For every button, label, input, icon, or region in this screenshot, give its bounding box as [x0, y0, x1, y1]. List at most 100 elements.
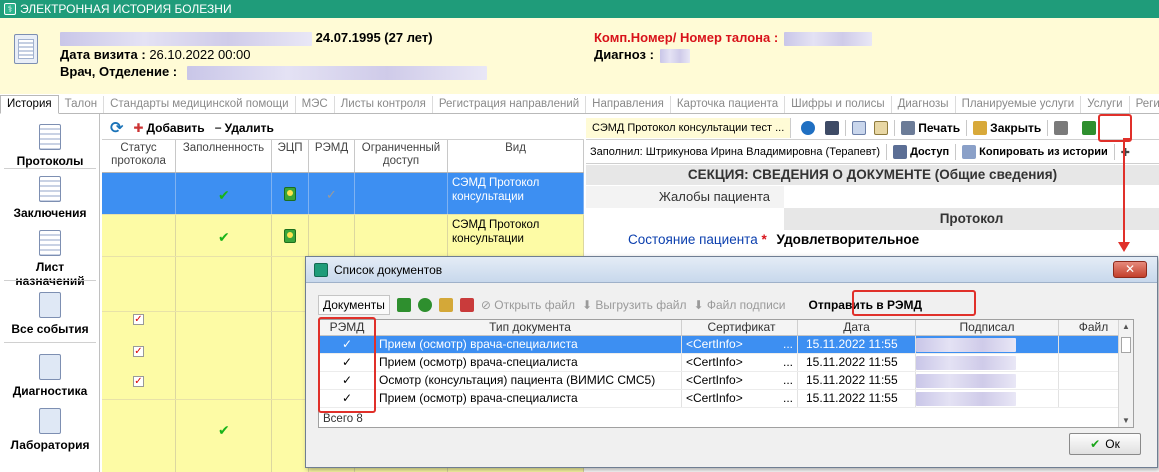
signature-file-button[interactable]: ⬇ Файл подписи	[693, 298, 785, 312]
delete-doc-icon[interactable]	[459, 298, 474, 312]
edit-doc-icon[interactable]	[438, 298, 453, 312]
tab-services[interactable]: Услуги	[1081, 96, 1130, 113]
certificate-value: <CertInfo>	[686, 337, 743, 351]
tab-codes-policies[interactable]: Шифры и полисы	[785, 96, 892, 113]
col-ecp[interactable]: ЭЦП	[272, 140, 309, 172]
nav-laboratory[interactable]: Лаборатория	[0, 408, 100, 452]
close-button[interactable]: Закрыть	[973, 120, 1041, 135]
cell-remd: ✓	[309, 173, 355, 214]
cell-ecp	[272, 257, 309, 311]
scroll-down-icon[interactable]: ▼	[1122, 416, 1130, 425]
save-icon[interactable]	[825, 120, 840, 135]
cert-more-button[interactable]: ...	[783, 336, 793, 353]
patient-state-field: Состояние пациента * Удовлетворительное	[586, 230, 1159, 250]
signature-file-label: Файл подписи	[706, 298, 786, 312]
tab-registers[interactable]: Регистры	[1130, 96, 1159, 113]
table-row[interactable]: ✓ Прием (осмотр) врача-специалиста <Cert…	[319, 390, 1133, 408]
protocols-icon	[39, 124, 61, 150]
col-certificate[interactable]: Сертификат	[682, 320, 798, 335]
print-button[interactable]: Печать	[901, 120, 960, 135]
document-list-icon[interactable]	[1082, 120, 1097, 135]
comp-number-line: Комп.Номер/ Номер талона :	[594, 30, 872, 46]
col-type[interactable]: Вид	[448, 140, 584, 172]
app-icon: ⚕	[4, 3, 16, 15]
protocol-header: Протокол	[784, 208, 1159, 230]
paste-icon[interactable]	[874, 120, 889, 135]
annotation-arrow-line	[1123, 138, 1125, 244]
nav-diagnostics[interactable]: Диагностика	[0, 354, 100, 398]
col-restricted[interactable]: Ограниченный доступ	[355, 140, 448, 172]
cert-more-button[interactable]: ...	[783, 390, 793, 407]
cell-status	[102, 257, 176, 311]
tab-history[interactable]: История	[0, 95, 59, 114]
tab-talon[interactable]: Талон	[59, 96, 105, 113]
tab-standards[interactable]: Стандарты медицинской помощи	[104, 96, 296, 113]
col-remd[interactable]: РЭМД	[309, 140, 355, 172]
tab-patient-card[interactable]: Карточка пациента	[671, 96, 786, 113]
col-status[interactable]: Статус протокола	[102, 140, 176, 172]
redacted-doctor	[186, 65, 487, 80]
scroll-up-icon[interactable]: ▲	[1122, 322, 1130, 331]
diagnostics-icon	[39, 354, 61, 380]
copy-icon[interactable]	[852, 120, 867, 135]
main-tabs: История Талон Стандарты медицинской помо…	[0, 94, 1159, 114]
table-row[interactable]: ✓ Осмотр (консультация) пациента (ВИМИС …	[319, 372, 1133, 390]
table-row[interactable]: ✔ ✓ СЭМД Протокол консультации	[102, 173, 584, 215]
info-check-icon[interactable]	[417, 298, 432, 312]
tab-planned-services[interactable]: Планируемые услуги	[956, 96, 1082, 113]
table-row[interactable]: ✓ Прием (осмотр) врача-специалиста <Cert…	[319, 354, 1133, 372]
document-tab[interactable]: СЭМД Протокол консультации тест ...	[586, 117, 792, 138]
col-date[interactable]: Дата	[798, 320, 916, 335]
tab-mes[interactable]: МЭС	[296, 96, 335, 113]
info-icon[interactable]	[801, 120, 816, 135]
dialog-close-button[interactable]: ✕	[1113, 261, 1147, 278]
table-row[interactable]: ✓ Прием (осмотр) врача-специалиста <Cert…	[319, 336, 1133, 354]
patient-state-value[interactable]: Удовлетворительное	[777, 232, 920, 247]
col-filled[interactable]: Заполненность	[176, 140, 272, 172]
copy-history-label: Копировать из истории	[979, 146, 1108, 158]
doc-type: Прием (осмотр) врача-специалиста	[376, 354, 682, 371]
cert-more-button[interactable]: ...	[783, 354, 793, 371]
scroll-thumb[interactable]	[1121, 337, 1131, 353]
cell-filled: ✔	[176, 173, 272, 214]
documents-tab[interactable]: Документы	[318, 295, 390, 315]
doctor-label: Врач, Отделение :	[60, 64, 178, 79]
nav-conclusions[interactable]: Заключения	[0, 176, 100, 220]
certificate: <CertInfo>...	[682, 336, 798, 353]
add-button[interactable]: ✚ Добавить	[133, 121, 204, 135]
signed-by	[916, 372, 1059, 389]
signature-icon	[284, 187, 296, 201]
cell-status: ✓ ✓ ✓	[102, 312, 176, 399]
nav-all-events[interactable]: Все события	[0, 292, 100, 336]
doc-type: Осмотр (консультация) пациента (ВИМИС СМ…	[376, 372, 682, 389]
ok-button[interactable]: ✔ Ок	[1069, 433, 1141, 455]
dialog-app-icon	[314, 262, 328, 277]
delete-button[interactable]: − Удалить	[215, 121, 274, 135]
tab-referral-registration[interactable]: Регистрация направлений	[433, 96, 587, 113]
edit-sign-icon[interactable]	[1054, 120, 1069, 135]
cert-more-button[interactable]: ...	[783, 372, 793, 389]
open-file-button[interactable]: ⊘ Открыть файл	[481, 298, 575, 312]
table-row[interactable]: ✔ СЭМД Протокол консультации	[102, 215, 584, 257]
redacted-signer	[916, 391, 1016, 406]
doc-type: Прием (осмотр) врача-специалиста	[376, 390, 682, 407]
tab-diagnoses[interactable]: Диагнозы	[892, 96, 956, 113]
access-icon	[893, 145, 908, 159]
refresh-icon[interactable]: ⟳	[110, 118, 123, 138]
tab-control-sheets[interactable]: Листы контроля	[335, 96, 433, 113]
redacted-name	[60, 31, 312, 46]
cell-filled: ✔	[176, 400, 272, 472]
col-doc-type[interactable]: Тип документа	[376, 320, 682, 335]
signature-icon	[284, 229, 296, 243]
toolbar-separator	[955, 144, 957, 160]
col-signed[interactable]: Подписал	[916, 320, 1059, 335]
copy-history-button[interactable]: Копировать из истории	[962, 145, 1108, 159]
redacted-diagnosis	[659, 48, 690, 63]
left-navigation: Протоколы Заключения Лист назначений Все…	[0, 114, 100, 472]
tab-referrals[interactable]: Направления	[586, 96, 671, 113]
documents-scrollbar[interactable]: ▲ ▼	[1118, 320, 1133, 427]
sign-icon[interactable]	[396, 298, 411, 312]
nav-protocols[interactable]: Протоколы	[0, 124, 100, 168]
upload-file-button[interactable]: ⬇ Выгрузить файл	[582, 298, 686, 312]
access-button[interactable]: Доступ	[893, 145, 949, 159]
